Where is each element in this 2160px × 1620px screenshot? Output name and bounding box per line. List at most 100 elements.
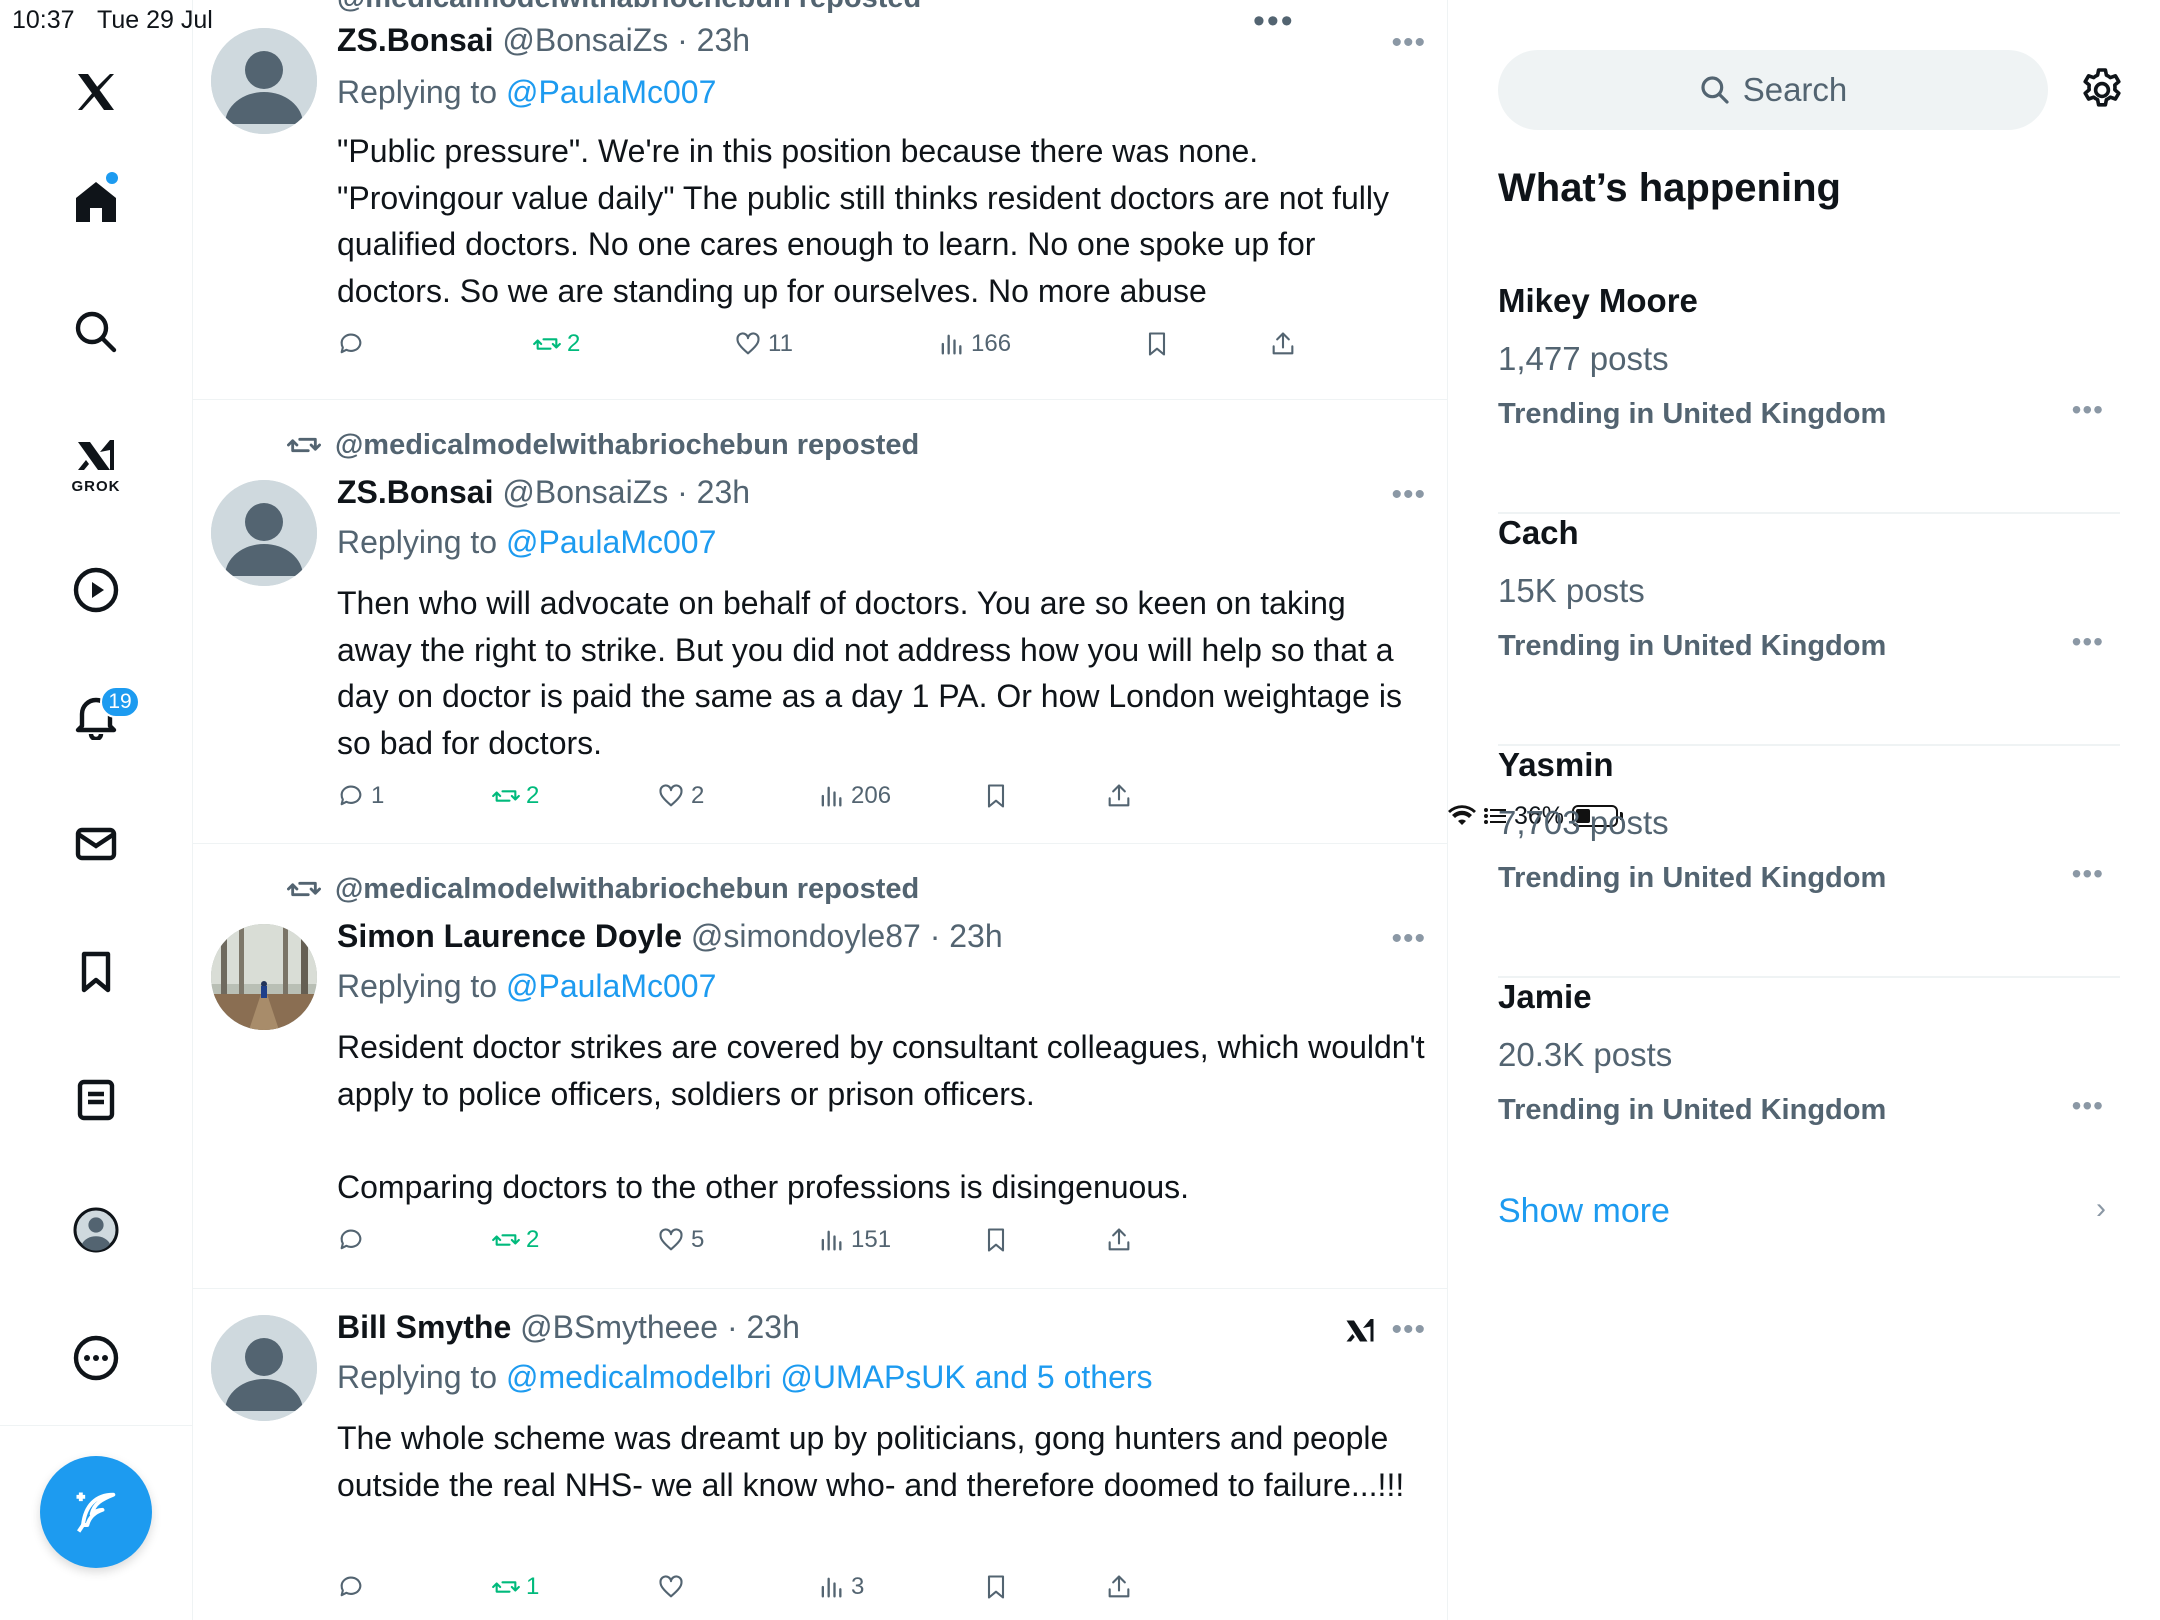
trend-more-button[interactable]: •••	[2072, 1090, 2104, 1122]
trend-more-button[interactable]: •••	[2072, 858, 2104, 890]
post-card[interactable]: Bill Smythe @BSmytheee · 23h ••• Replyin…	[193, 1289, 1447, 1620]
share-button[interactable]	[1105, 1226, 1133, 1254]
post-text: Then who will advocate on behalf of doct…	[337, 580, 1427, 766]
author-handle[interactable]: @BSmytheee · 23h	[520, 1309, 800, 1345]
views-button[interactable]: 166	[937, 330, 1011, 358]
author-name[interactable]: ZS.Bonsai	[337, 474, 493, 510]
trend-item[interactable]: Yasmin 7,703 posts Trending in United Ki…	[1498, 746, 2120, 978]
views-button[interactable]: 151	[817, 1226, 891, 1254]
lists-icon[interactable]	[66, 1070, 126, 1130]
repost-button[interactable]: 1	[492, 1573, 539, 1601]
replying-to-link[interactable]: @medicalmodelbri @UMAPsUK and 5 others	[506, 1359, 1153, 1395]
trend-name: Cach	[1498, 514, 1579, 551]
author-handle[interactable]: @simondoyle87 · 23h	[691, 918, 1003, 954]
reposted-by-label[interactable]: @medicalmodelwithabriochebun reposted	[335, 873, 919, 906]
gear-icon[interactable]	[2078, 66, 2126, 114]
reply-icon	[340, 1576, 362, 1597]
reply-icon	[340, 333, 362, 354]
video-play-icon[interactable]	[66, 560, 126, 620]
post-card[interactable]: @medicalmodelwithabriochebun reposted Si…	[193, 844, 1447, 1289]
trend-item[interactable]: Jamie 20.3K posts Trending in United Kin…	[1498, 978, 2120, 1210]
author-handle[interactable]: @BonsaiZs · 23h	[502, 474, 750, 510]
repost-count: 1	[526, 1573, 540, 1600]
search-icon[interactable]	[66, 302, 126, 362]
post-card[interactable]: @medicalmodelwithabriochebun reposted ZS…	[193, 400, 1447, 844]
trend-name: Mikey Moore	[1498, 282, 1698, 319]
grok-label: GROK	[71, 478, 121, 495]
compose-post-button[interactable]	[40, 1456, 152, 1568]
replying-to: Replying to @PaulaMc007	[337, 74, 716, 111]
replying-prefix: Replying to	[337, 524, 506, 560]
grok-explain-icon[interactable]	[1342, 1313, 1378, 1349]
replying-to-link[interactable]: @PaulaMc007	[506, 968, 716, 1004]
like-count: 2	[691, 782, 705, 809]
post-more-button[interactable]: •••	[1391, 922, 1426, 956]
views-button[interactable]: 3	[817, 1573, 864, 1601]
bookmarks-icon[interactable]	[66, 942, 126, 1002]
chevron-right-icon[interactable]: ›	[2096, 1192, 2106, 1226]
reposted-by: @medicalmodelwithabriochebun reposted	[287, 428, 919, 462]
profile-avatar-icon[interactable]	[66, 1200, 126, 1260]
share-button[interactable]	[1269, 330, 1297, 358]
repost-button[interactable]: 2	[492, 1226, 539, 1254]
more-circle-icon[interactable]	[66, 1328, 126, 1388]
trend-item[interactable]: Cach 15K posts Trending in United Kingdo…	[1498, 514, 2120, 746]
bookmark-button[interactable]	[982, 1226, 1010, 1254]
author-name[interactable]: Bill Smythe	[337, 1309, 511, 1345]
post-header: Simon Laurence Doyle @simondoyle87 · 23h	[337, 918, 1003, 955]
trend-context: Trending in United Kingdom	[1498, 862, 1887, 894]
reply-button[interactable]	[337, 1226, 371, 1254]
like-count: 11	[768, 330, 793, 357]
replying-to-link[interactable]: @PaulaMc007	[506, 524, 716, 560]
reply-button[interactable]	[337, 330, 371, 358]
trend-more-button[interactable]: •••	[2072, 394, 2104, 426]
repost-count: 2	[526, 782, 540, 809]
post-more-button[interactable]: •••	[1391, 26, 1426, 60]
trend-more-button[interactable]: •••	[2072, 626, 2104, 658]
right-sidebar: Search What’s happening Mikey Moore 1,47…	[1448, 0, 2160, 1620]
post-header: Bill Smythe @BSmytheee · 23h	[337, 1309, 800, 1346]
author-name[interactable]: Simon Laurence Doyle	[337, 918, 682, 954]
share-icon	[1108, 1575, 1130, 1598]
like-button[interactable]: 11	[734, 330, 793, 358]
like-button[interactable]	[657, 1573, 691, 1601]
show-more-link[interactable]: Show more	[1498, 1192, 1670, 1231]
bookmark-button[interactable]	[982, 1573, 1010, 1601]
post-more-button[interactable]: •••	[1391, 478, 1426, 512]
avatar[interactable]	[211, 28, 317, 134]
home-unread-dot	[106, 172, 118, 184]
like-button[interactable]: 5	[657, 1226, 704, 1254]
views-button[interactable]: 206	[817, 782, 891, 810]
repost-small-icon	[287, 881, 321, 897]
heart-icon	[736, 332, 760, 355]
messages-envelope-icon[interactable]	[66, 814, 126, 874]
share-button[interactable]	[1105, 1573, 1133, 1601]
bookmark-icon	[1148, 332, 1166, 356]
bookmark-button[interactable]	[1143, 330, 1171, 358]
search-input[interactable]: Search	[1498, 50, 2048, 130]
author-name[interactable]: ZS.Bonsai	[337, 22, 493, 58]
share-button[interactable]	[1105, 782, 1133, 810]
post-card[interactable]: ZS.Bonsai @BonsaiZs · 23h ••• Replying t…	[193, 0, 1447, 400]
grok-icon[interactable]	[66, 426, 126, 486]
like-button[interactable]: 2	[657, 782, 704, 810]
post-header: ZS.Bonsai @BonsaiZs · 23h	[337, 474, 750, 511]
repost-count: 2	[567, 330, 581, 357]
bookmark-button[interactable]	[982, 782, 1010, 810]
repost-button[interactable]: 2	[492, 782, 539, 810]
x-logo-icon[interactable]	[66, 62, 126, 122]
repost-icon	[492, 1581, 520, 1593]
view-count: 3	[851, 1573, 865, 1600]
trend-item[interactable]: Mikey Moore 1,477 posts Trending in Unit…	[1498, 282, 2120, 514]
repost-button[interactable]: 2	[533, 330, 580, 358]
trend-name: Jamie	[1498, 978, 1592, 1015]
author-handle[interactable]: @BonsaiZs · 23h	[502, 22, 750, 58]
avatar[interactable]	[211, 924, 317, 1030]
avatar[interactable]	[211, 480, 317, 586]
replying-to-link[interactable]: @PaulaMc007	[506, 74, 716, 110]
avatar[interactable]	[211, 1315, 317, 1421]
reposted-by-label[interactable]: @medicalmodelwithabriochebun reposted	[335, 429, 919, 462]
reply-button[interactable]	[337, 1573, 371, 1601]
post-more-button[interactable]: •••	[1391, 1313, 1426, 1347]
reply-button[interactable]: 1	[337, 782, 384, 810]
